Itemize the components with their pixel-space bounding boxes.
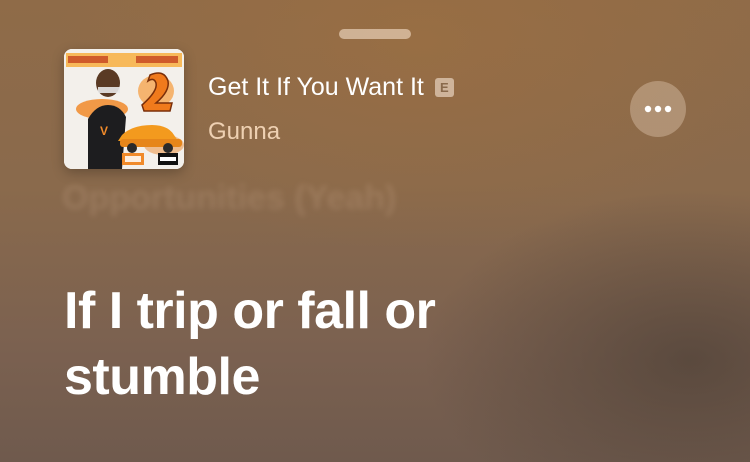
ellipsis-icon	[644, 105, 672, 113]
track-title[interactable]: Get It If You Want It E	[208, 71, 454, 103]
track-title-text: Get It If You Want It	[208, 73, 424, 101]
more-options-button[interactable]	[630, 81, 686, 137]
explicit-badge: E	[434, 77, 454, 97]
previous-lyric-line[interactable]: Opportunities (Yeah)	[62, 178, 396, 218]
album-artwork-image: V	[64, 49, 184, 169]
svg-text:V: V	[100, 124, 108, 138]
current-lyric-line[interactable]: If I trip or fall or stumble	[64, 278, 624, 410]
album-artwork[interactable]: V	[64, 49, 184, 169]
sheet-grabber-handle[interactable]	[339, 29, 411, 39]
artist-name[interactable]: Gunna	[208, 116, 280, 148]
